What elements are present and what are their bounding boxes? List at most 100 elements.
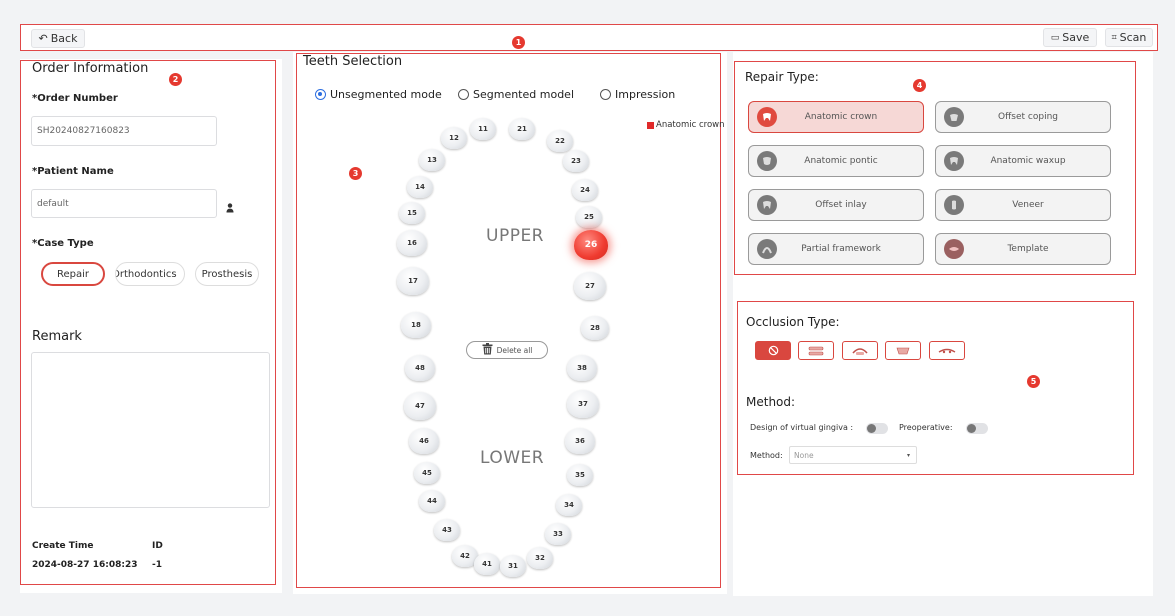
tooth-32[interactable]: 32 [527,547,553,569]
repair-anatomic-crown[interactable]: Anatomic crown [748,101,924,133]
tooth-14[interactable]: 14 [407,176,433,198]
occlusion-full-arch-button[interactable] [798,341,834,360]
region-badge-2: 2 [169,73,182,86]
tooth-45[interactable]: 45 [414,462,440,484]
antagonist-occlusion-icon [852,341,868,360]
region-badge-5: 5 [1027,375,1040,388]
create-time-label: Create Time [32,541,94,551]
tooth-46[interactable]: 46 [409,428,439,454]
framework-icon [757,239,777,259]
mode-impression[interactable]: Impression [600,88,675,101]
radio-unchecked-icon [458,89,469,100]
region-badge-1: 1 [512,36,525,49]
tooth-28[interactable]: 28 [581,316,609,340]
tooth-22[interactable]: 22 [547,130,573,152]
occlusion-antagonist-button[interactable] [842,341,878,360]
tooth-37[interactable]: 37 [567,390,599,418]
occlusion-none-button[interactable] [755,341,791,360]
method-title: Method: [746,395,796,409]
pontic-tooth-icon [757,151,777,171]
occlusion-bite-button[interactable] [885,341,921,360]
patient-person-icon[interactable] [226,198,234,213]
back-arrow-icon: ↶ [38,32,48,45]
tooth-35[interactable]: 35 [567,464,593,486]
lower-arch-label: LOWER [480,448,545,468]
mode-segmented[interactable]: Segmented model [458,88,574,101]
remark-textarea[interactable] [31,352,270,508]
back-button[interactable]: ↶ Back [31,29,85,48]
tooth-13[interactable]: 13 [419,149,445,171]
save-button[interactable]: ▭ Save [1043,28,1097,47]
tooth-48[interactable]: 48 [405,355,435,381]
upper-arch-label: UPPER [486,226,544,246]
tooth-21[interactable]: 21 [509,118,535,140]
repair-anatomic-pontic[interactable]: Anatomic pontic [748,145,924,177]
patient-name-label: *Patient Name [32,166,114,177]
save-icon: ▭ [1050,32,1060,43]
case-type-repair[interactable]: Repair [41,262,105,286]
delete-all-button[interactable]: Delete all [466,341,548,359]
tooth-23[interactable]: 23 [563,150,589,172]
mode-unsegmented[interactable]: Unsegmented mode [315,88,442,101]
virtual-gingiva-toggle[interactable] [866,423,888,434]
repair-veneer[interactable]: Veneer [935,189,1111,221]
case-type-orthodontics[interactable]: Orthodontics [115,262,185,286]
tooth-33[interactable]: 33 [545,523,571,545]
tooth-12[interactable]: 12 [441,127,467,149]
region-1-outline [20,24,1158,51]
occlusion-type-title: Occlusion Type: [746,315,840,329]
preoperative-toggle[interactable] [966,423,988,434]
tooth-17[interactable]: 17 [397,267,429,295]
repair-template[interactable]: Template [935,233,1111,265]
bite-occlusion-icon [895,341,911,360]
method-select-label: Method: [750,451,783,460]
create-time-value: 2024-08-27 16:08:23 [32,560,138,570]
tooth-43[interactable]: 43 [434,519,460,541]
veneer-tooth-icon [944,195,964,215]
tooth-18[interactable]: 18 [401,312,431,338]
region-3-outline [296,53,721,588]
case-type-label: *Case Type [32,238,94,249]
radio-checked-icon [315,89,326,100]
tooth-15[interactable]: 15 [399,202,425,224]
full-arch-occlusion-icon [808,341,824,360]
case-type-prosthesis[interactable]: Prosthesis [195,262,259,286]
repair-type-title: Repair Type: [745,70,819,84]
tooth-38[interactable]: 38 [567,355,597,381]
patient-name-field[interactable]: default [31,189,217,218]
template-icon [944,239,964,259]
tooth-47[interactable]: 47 [404,392,436,420]
remark-label: Remark [32,329,82,344]
tooth-44[interactable]: 44 [419,490,445,512]
chevron-down-icon: ▾ [906,451,910,459]
tooth-26[interactable]: 26 [574,230,608,260]
coping-tooth-icon [944,107,964,127]
repair-anatomic-waxup[interactable]: Anatomic waxup [935,145,1111,177]
tooth-legend: Anatomic crown [647,120,724,130]
tooth-11[interactable]: 11 [470,118,496,140]
trash-icon [482,343,493,357]
order-number-field[interactable]: SH20240827160823 [31,116,217,146]
tooth-25[interactable]: 25 [576,206,602,228]
repair-offset-inlay[interactable]: Offset inlay [748,189,924,221]
repair-offset-coping[interactable]: Offset coping [935,101,1111,133]
crown-tooth-icon [757,107,777,127]
tooth-24[interactable]: 24 [572,179,598,201]
method-select[interactable]: None ▾ [789,446,917,464]
order-number-label: *Order Number [32,93,118,104]
tooth-16[interactable]: 16 [397,230,427,256]
tooth-34[interactable]: 34 [556,494,582,516]
no-occlusion-icon [768,341,779,360]
tooth-31[interactable]: 31 [500,555,526,577]
id-label: ID [152,541,163,551]
scan-button[interactable]: ⌗ Scan [1105,28,1153,47]
repair-partial-framework[interactable]: Partial framework [748,233,924,265]
tooth-27[interactable]: 27 [574,272,606,300]
order-panel-title: Order Information [32,61,149,76]
occlusion-partial-arch-button[interactable] [929,341,965,360]
waxup-tooth-icon [944,151,964,171]
tooth-41[interactable]: 41 [474,553,500,575]
scan-icon: ⌗ [1111,32,1117,43]
legend-swatch [647,121,654,129]
tooth-36[interactable]: 36 [565,428,595,454]
